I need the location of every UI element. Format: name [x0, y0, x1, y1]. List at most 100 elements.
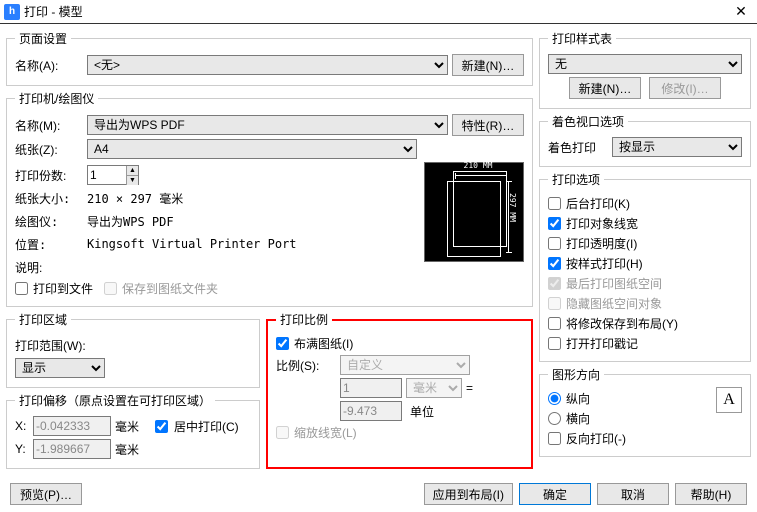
footer: 预览(P)… 应用到布局(I) 确定 取消 帮助(H) — [0, 476, 757, 512]
range-label: 打印范围(W): — [15, 337, 86, 354]
shade-label: 着色打印 — [548, 139, 608, 156]
cancel-button[interactable]: 取消 — [597, 483, 669, 505]
print-scale-legend: 打印比例 — [276, 311, 332, 328]
portrait-radio[interactable] — [548, 392, 561, 405]
style-new-button[interactable]: 新建(N)… — [569, 77, 641, 99]
print-to-file-checkbox[interactable] — [15, 282, 28, 295]
trans-label: 打印透明度(I) — [566, 235, 637, 252]
x-label: X: — [15, 419, 29, 433]
print-options-group: 打印选项 后台打印(K) 打印对象线宽 打印透明度(I) 按样式打印(H) 最后… — [539, 171, 751, 362]
orientation-legend: 图形方向 — [548, 366, 604, 383]
ratio-label: 比例(S): — [276, 357, 336, 374]
orientation-group: 图形方向 纵向 横向 反向打印(-) A — [539, 366, 751, 457]
page-setup-group: 页面设置 名称(A): <无> 新建(N)… — [6, 30, 533, 86]
spin-down-icon[interactable]: ▼ — [126, 176, 138, 185]
ok-button[interactable]: 确定 — [519, 483, 591, 505]
equals-label: = — [466, 381, 473, 395]
printer-legend: 打印机/绘图仪 — [15, 90, 98, 107]
save-sheet-label: 保存到图纸文件夹 — [122, 280, 218, 297]
center-label: 居中打印(C) — [174, 418, 239, 435]
fit-checkbox[interactable] — [276, 337, 289, 350]
printer-name-label: 名称(M): — [15, 117, 83, 134]
bystyle-checkbox[interactable] — [548, 257, 561, 270]
paper-size-label: 纸张大小: — [15, 190, 83, 207]
save-sheet-checkbox — [104, 282, 117, 295]
viewport-legend: 着色视口选项 — [548, 113, 628, 130]
printer-group: 打印机/绘图仪 名称(M): 导出为WPS PDF 特性(R)… 纸张(Z): … — [6, 90, 533, 307]
titlebar: h 打印 - 模型 ✕ — [0, 0, 757, 24]
copies-label: 打印份数: — [15, 167, 83, 184]
lw-label: 打印对象线宽 — [566, 215, 638, 232]
plotter-label: 绘图仪: — [15, 213, 83, 230]
page-setup-name-label: 名称(A): — [15, 57, 83, 74]
savelayout-label: 将修改保存到布局(Y) — [566, 315, 678, 332]
style-table-legend: 打印样式表 — [548, 30, 616, 47]
ratio-select: 自定义 — [340, 355, 470, 375]
desc-label: 说明: — [15, 259, 83, 276]
scale-lw-checkbox — [276, 426, 289, 439]
x-input — [33, 416, 111, 436]
shade-select[interactable]: 按显示 — [612, 137, 742, 157]
print-area-legend: 打印区域 — [15, 311, 71, 328]
page-setup-name-select[interactable]: <无> — [87, 55, 448, 75]
landscape-radio[interactable] — [548, 412, 561, 425]
scale-num-unit-select: 毫米 — [406, 378, 462, 398]
preview-width-label: 210 MM — [445, 161, 511, 170]
bystyle-label: 按样式打印(H) — [566, 255, 643, 272]
stamp-label: 打开打印戳记 — [566, 335, 638, 352]
window-title: 打印 - 模型 — [24, 3, 729, 20]
stamp-checkbox[interactable] — [548, 337, 561, 350]
print-area-group: 打印区域 打印范围(W): 显示 — [6, 311, 260, 388]
preview-button[interactable]: 预览(P)… — [10, 483, 82, 505]
bg-checkbox[interactable] — [548, 197, 561, 210]
plotter-value: 导出为WPS PDF — [87, 213, 174, 230]
hidespace-label: 隐藏图纸空间对象 — [566, 295, 662, 312]
location-label: 位置: — [15, 236, 83, 253]
bg-label: 后台打印(K) — [566, 195, 630, 212]
lastspace-label: 最后打印图纸空间 — [566, 275, 662, 292]
paper-preview: 210 MM 297 MM — [424, 162, 524, 262]
lw-checkbox[interactable] — [548, 217, 561, 230]
hidespace-checkbox — [548, 297, 561, 310]
center-checkbox[interactable] — [155, 420, 168, 433]
portrait-label: 纵向 — [566, 390, 590, 407]
page-setup-new-button[interactable]: 新建(N)… — [452, 54, 524, 76]
scale-num-input — [340, 378, 402, 398]
close-icon[interactable]: ✕ — [729, 2, 753, 22]
lastspace-checkbox — [548, 277, 561, 290]
printer-name-select[interactable]: 导出为WPS PDF — [87, 115, 448, 135]
spin-up-icon[interactable]: ▲ — [126, 166, 138, 176]
paper-size-value: 210 × 297 毫米 — [87, 190, 183, 207]
reverse-label: 反向打印(-) — [566, 430, 626, 447]
app-icon: h — [4, 4, 20, 20]
range-select[interactable]: 显示 — [15, 358, 105, 378]
landscape-label: 横向 — [566, 410, 590, 427]
trans-checkbox[interactable] — [548, 237, 561, 250]
print-scale-group: 打印比例 布满图纸(I) 比例(S): 自定义 毫米 = — [266, 311, 533, 469]
savelayout-checkbox[interactable] — [548, 317, 561, 330]
location-value: Kingsoft Virtual Printer Port — [87, 237, 297, 251]
scale-den-input — [340, 401, 402, 421]
print-offset-group: 打印偏移（原点设置在可打印区域） X: 毫米 居中打印(C) Y: 毫米 — [6, 392, 260, 469]
reverse-checkbox[interactable] — [548, 432, 561, 445]
copies-spinner[interactable]: ▲▼ — [87, 165, 139, 185]
x-unit: 毫米 — [115, 418, 139, 435]
paper-label: 纸张(Z): — [15, 141, 83, 158]
style-table-select[interactable]: 无 — [548, 54, 742, 74]
print-to-file-label: 打印到文件 — [33, 280, 93, 297]
style-table-group: 打印样式表 无 新建(N)… 修改(I)… — [539, 30, 751, 109]
fit-label: 布满图纸(I) — [294, 335, 353, 352]
y-label: Y: — [15, 442, 29, 456]
scale-den-unit: 单位 — [410, 403, 434, 420]
help-button[interactable]: 帮助(H) — [675, 483, 747, 505]
preview-height-label: 297 MM — [508, 193, 517, 222]
style-edit-button: 修改(I)… — [649, 77, 721, 99]
page-setup-legend: 页面设置 — [15, 30, 71, 47]
orientation-icon: A — [716, 387, 742, 413]
viewport-group: 着色视口选项 着色打印 按显示 — [539, 113, 751, 167]
print-options-legend: 打印选项 — [548, 171, 604, 188]
printer-props-button[interactable]: 特性(R)… — [452, 114, 524, 136]
paper-select[interactable]: A4 — [87, 139, 417, 159]
y-unit: 毫米 — [115, 441, 139, 458]
apply-layout-button[interactable]: 应用到布局(I) — [424, 483, 513, 505]
